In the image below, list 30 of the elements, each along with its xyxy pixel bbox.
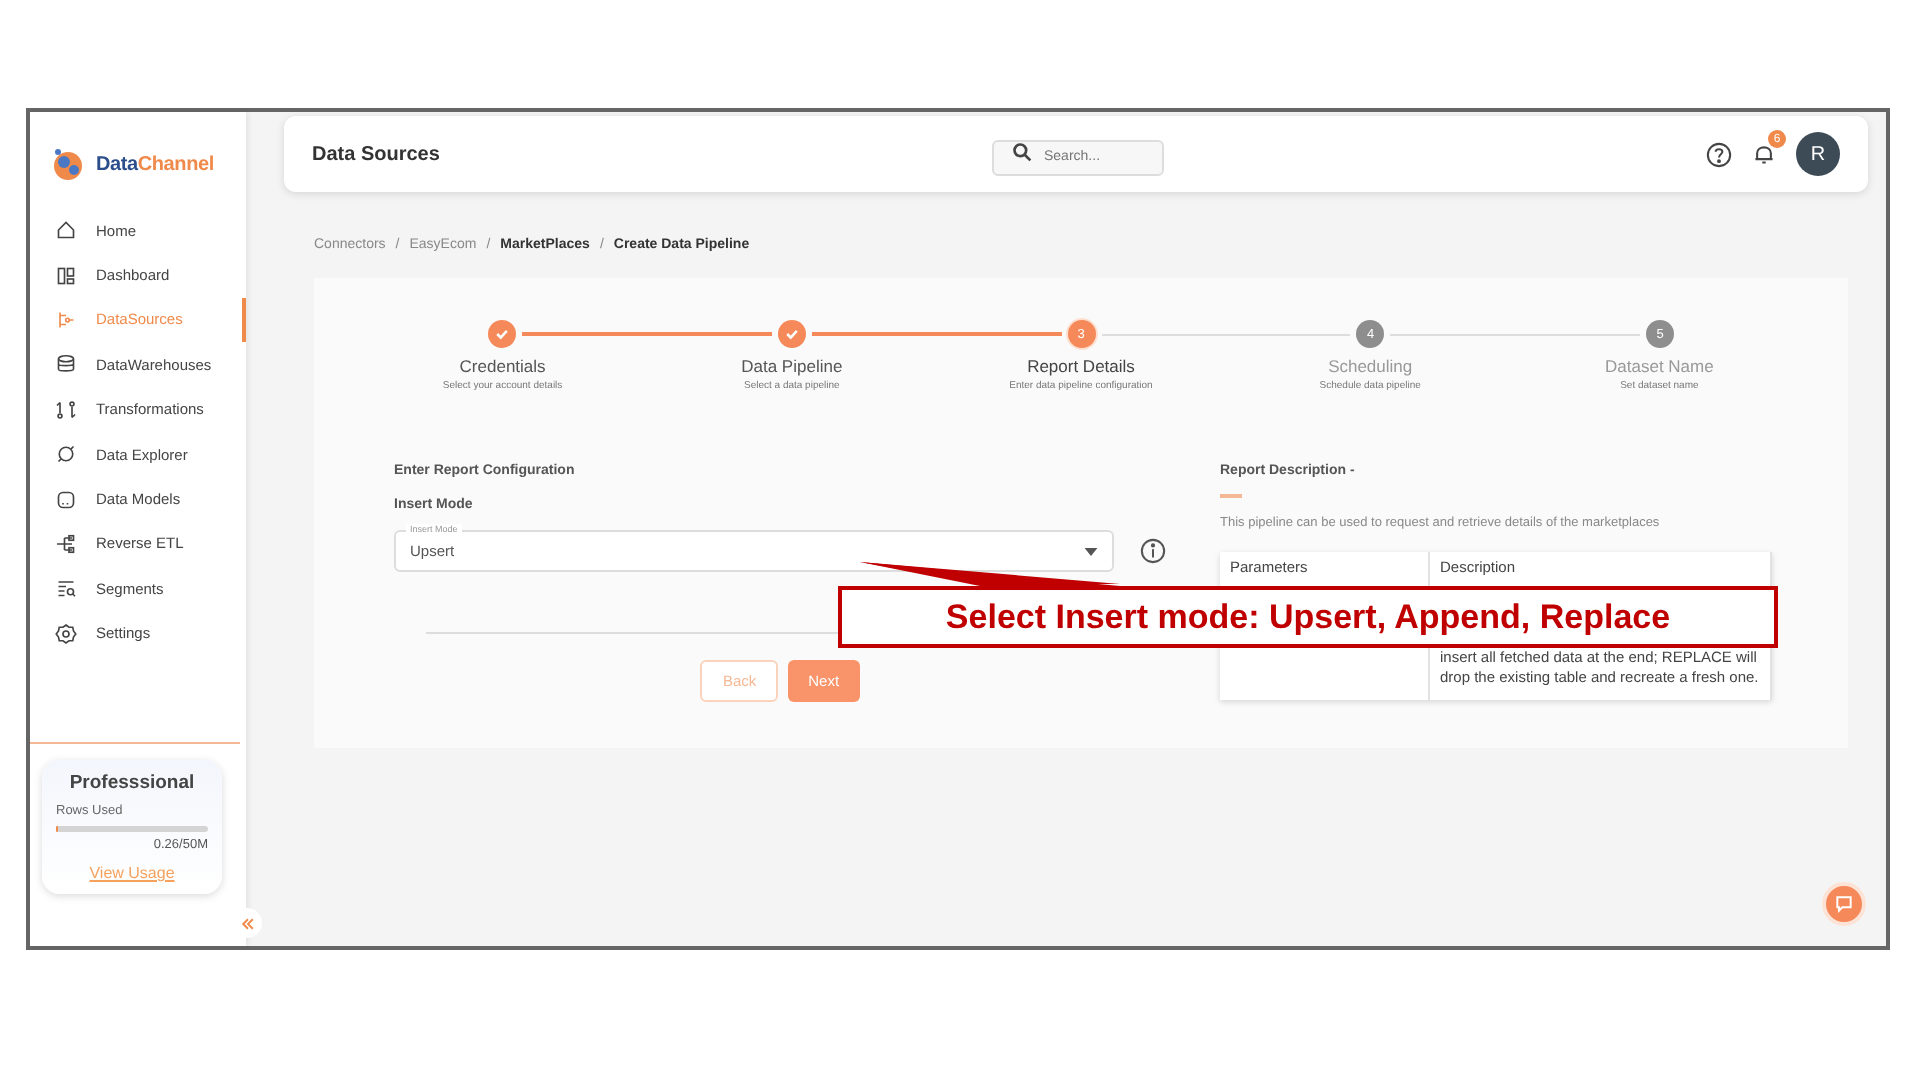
logo-icon — [48, 144, 88, 184]
explorer-icon — [54, 442, 78, 467]
check-icon — [783, 326, 800, 342]
logo-text: DataChannel — [96, 153, 214, 175]
step-title: Report Details — [1027, 356, 1135, 376]
help-icon[interactable] — [1706, 141, 1732, 167]
dropdown-caret-icon — [1084, 547, 1098, 555]
bell-icon[interactable] — [1752, 142, 1776, 166]
chat-icon — [1834, 894, 1854, 914]
step-title: Dataset Name — [1605, 356, 1714, 376]
chevrons-icon — [239, 915, 255, 931]
segments-icon — [54, 576, 78, 601]
page-title: Data Sources — [312, 143, 440, 165]
step-title: Scheduling — [1328, 356, 1413, 376]
transform-icon — [54, 397, 78, 422]
database-icon — [54, 352, 78, 377]
plan-name: Professsional — [67, 771, 197, 794]
annotation-callout: Select Insert mode: Upsert, Append, Replace — [838, 586, 1778, 648]
flow-icon — [54, 307, 78, 332]
model-icon — [54, 487, 78, 512]
branch-icon — [54, 531, 78, 556]
step-title: Data Pipeline — [741, 356, 843, 376]
step-title: Credentials — [459, 356, 546, 376]
dashboard-icon — [54, 263, 78, 288]
info-icon[interactable] — [1140, 538, 1166, 564]
user-avatar[interactable]: R — [1796, 132, 1840, 176]
search-icon — [1012, 142, 1032, 162]
check-icon — [494, 326, 510, 342]
settings-icon — [54, 621, 78, 646]
home-icon — [54, 218, 78, 243]
